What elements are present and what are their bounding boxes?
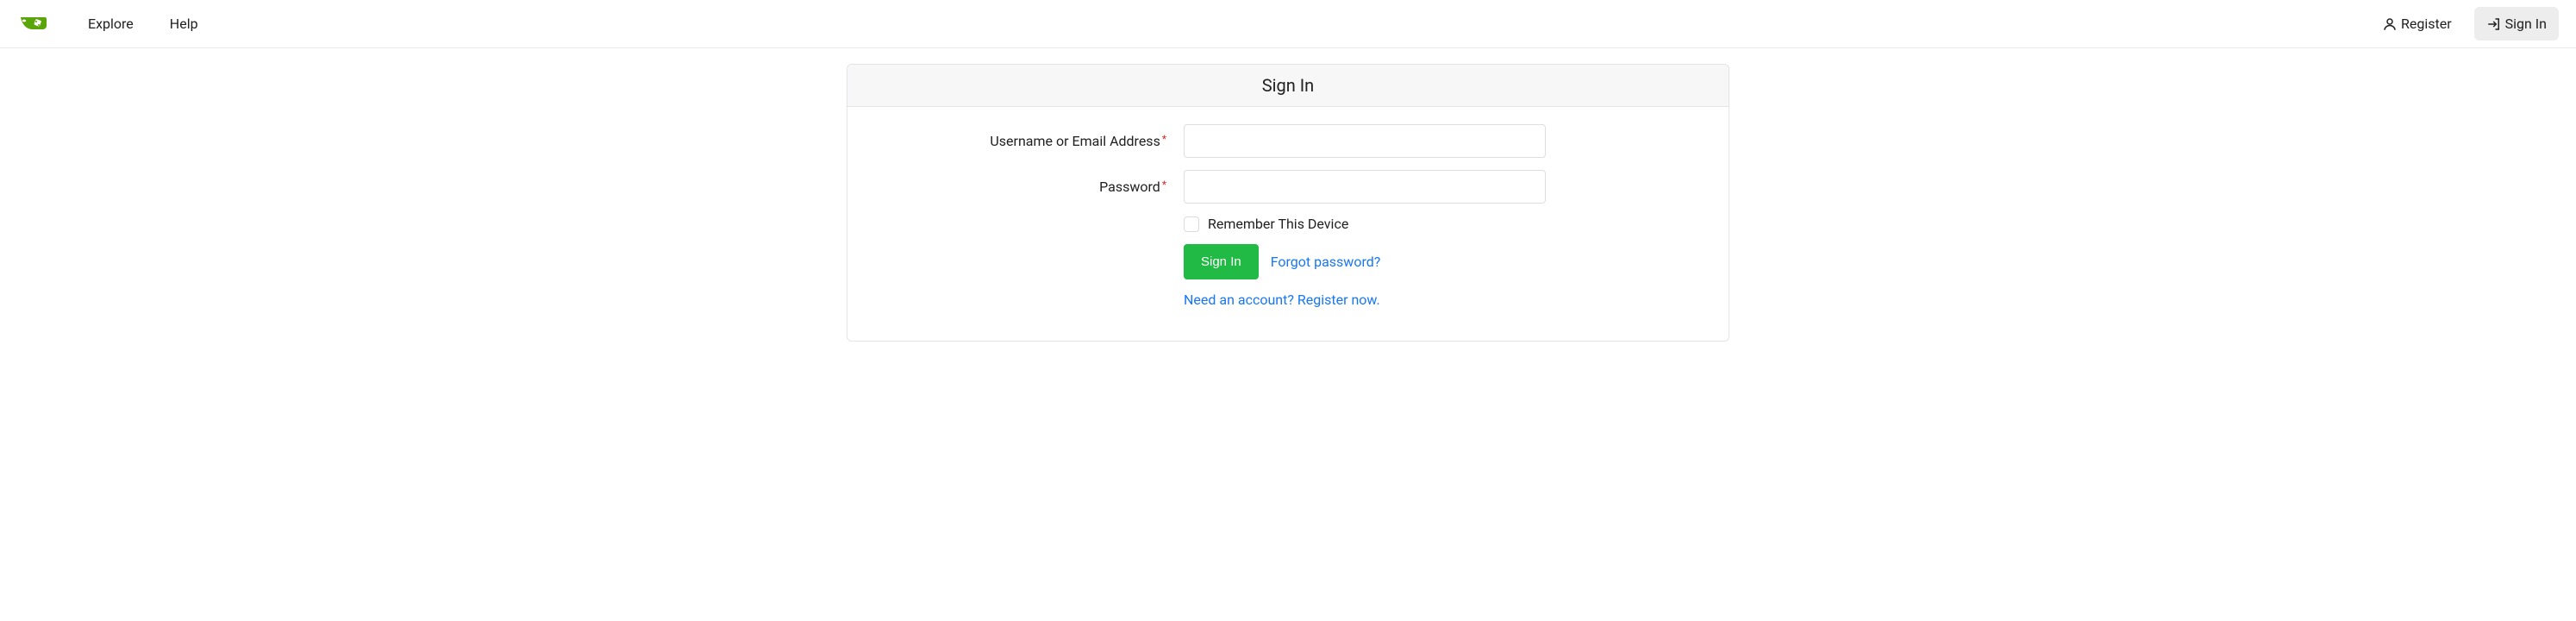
username-input[interactable] [1184, 124, 1546, 158]
register-link-col: Need an account? Register now. [1184, 292, 1546, 308]
remember-checkbox[interactable] [1184, 216, 1199, 232]
signin-label: Sign In [2505, 16, 2547, 32]
submit-row: Sign In Forgot password? [873, 244, 1703, 279]
username-row: Username or Email Address* [873, 124, 1703, 158]
signin-link[interactable]: Sign In [2474, 7, 2559, 41]
password-label: Password [1099, 179, 1160, 195]
nav-explore[interactable]: Explore [71, 5, 151, 42]
password-input-col [1184, 170, 1546, 204]
required-marker: * [1162, 179, 1166, 191]
password-label-col: Password* [873, 179, 1184, 195]
panel-body: Username or Email Address* Password* [847, 107, 1729, 341]
required-marker: * [1162, 133, 1166, 145]
register-row: Need an account? Register now. [873, 292, 1703, 308]
remember-row: Remember This Device [873, 216, 1703, 232]
person-icon [2382, 16, 2398, 32]
register-link[interactable]: Register [2370, 7, 2464, 41]
signin-icon [2486, 16, 2502, 32]
register-label: Register [2401, 16, 2452, 32]
remember-input-col: Remember This Device [1184, 216, 1546, 232]
nav-help[interactable]: Help [153, 5, 216, 42]
gitea-logo-icon [17, 14, 48, 34]
username-label-col: Username or Email Address* [873, 133, 1184, 149]
username-input-col [1184, 124, 1546, 158]
navbar-left: Explore Help [17, 5, 216, 42]
navbar-right: Register Sign In [2370, 7, 2559, 41]
password-input[interactable] [1184, 170, 1546, 204]
panel-title: Sign In [847, 65, 1729, 107]
register-now-link[interactable]: Need an account? Register now. [1184, 292, 1380, 308]
top-navbar: Explore Help Register Sign In [0, 0, 2576, 48]
gitea-logo[interactable] [17, 14, 48, 34]
forgot-password-link[interactable]: Forgot password? [1271, 254, 1381, 270]
password-row: Password* [873, 170, 1703, 204]
action-col: Sign In Forgot password? [1184, 244, 1546, 279]
main-container: Sign In Username or Email Address* Passw… [847, 64, 1729, 342]
username-label: Username or Email Address [990, 133, 1160, 149]
signin-button[interactable]: Sign In [1184, 244, 1259, 279]
signin-panel: Sign In Username or Email Address* Passw… [847, 64, 1729, 342]
remember-label[interactable]: Remember This Device [1208, 216, 1348, 232]
